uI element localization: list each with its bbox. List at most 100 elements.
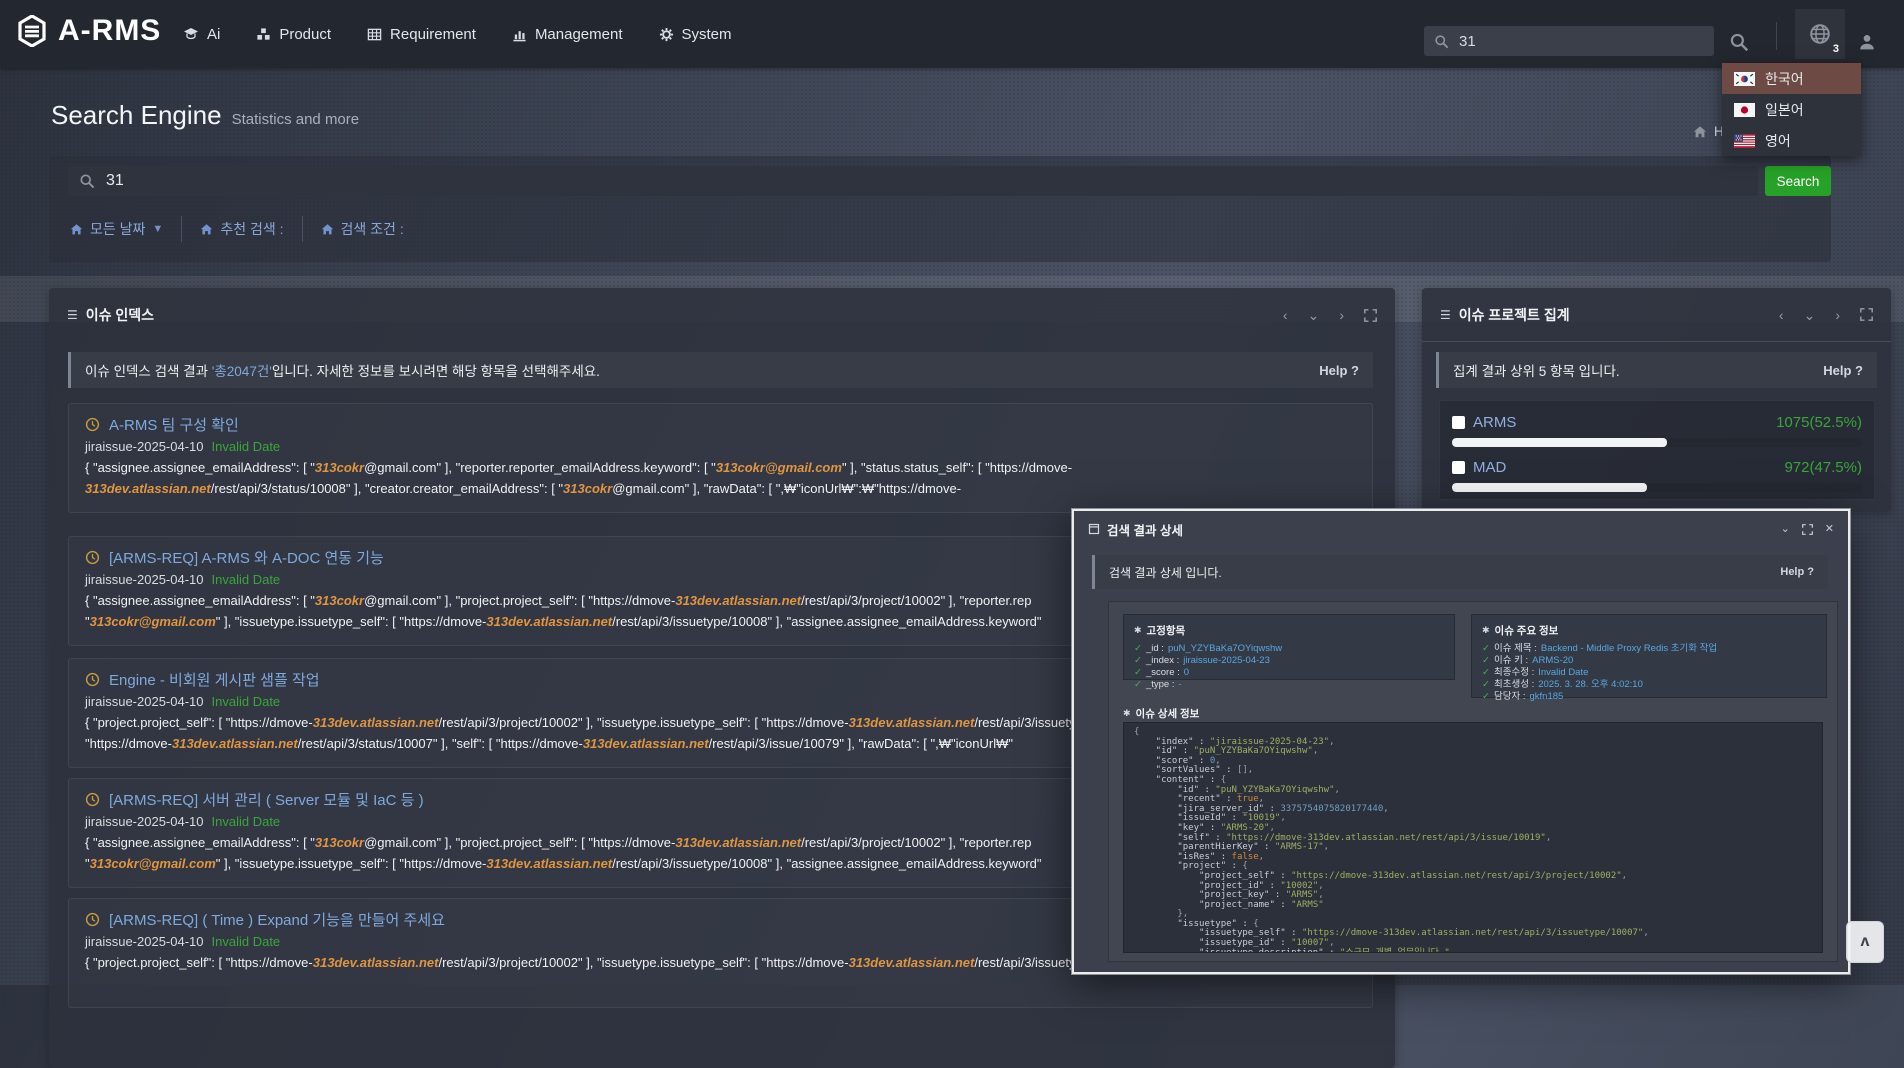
minimize-icon[interactable]: ⌄ — [1781, 524, 1790, 535]
sub-panel-title-text: 이슈 주요 정보 — [1495, 623, 1559, 638]
filter-search-condition[interactable]: 검색 조건 : — [303, 219, 422, 239]
check-icon: ✓ — [1134, 667, 1142, 679]
invalid-date-badge: Invalid Date — [212, 439, 281, 454]
notice-text: 이슈 인덱스 검색 결과 — [85, 364, 212, 379]
home-icon — [200, 223, 213, 236]
list-icon: ☰ — [67, 308, 78, 322]
filter-label: 추천 검색 : — [220, 219, 283, 239]
check-icon: ✓ — [1134, 679, 1142, 691]
filter-all-dates[interactable]: 모든 날짜 ▼ — [70, 219, 181, 239]
navbar-search-input[interactable] — [1457, 32, 1704, 51]
project-name-link[interactable]: MAD — [1473, 459, 1506, 476]
progress-fill — [1452, 438, 1667, 447]
result-index: jiraissue-2025-04-10 — [85, 694, 204, 709]
notice-text: 집계 결과 상위 5 항목 입니다. — [1453, 360, 1620, 380]
filter-recommended-search[interactable]: 추천 검색 : — [182, 219, 301, 239]
menu-item-ai[interactable]: Ai — [183, 26, 220, 43]
language-option-english[interactable]: 영어 — [1722, 125, 1861, 156]
help-button[interactable]: Help ? — [1823, 363, 1863, 378]
chevron-left-icon[interactable]: ‹ — [1779, 308, 1784, 322]
result-title-link[interactable]: [ARMS-REQ] ( Time ) Expand 기능을 만들어 주세요 — [109, 909, 445, 930]
field-row: ✓담당자gkfn185 — [1482, 691, 1816, 703]
user-menu-button[interactable] — [1849, 24, 1885, 60]
language-option-korean[interactable]: 한국어 — [1722, 63, 1861, 94]
chevron-down-icon[interactable]: ⌄ — [1308, 308, 1320, 322]
issue-key-info-panel: ✱ 이슈 주요 정보 ✓이슈 제목Backend - Middle Proxy … — [1471, 614, 1827, 698]
chevron-right-icon[interactable]: › — [1835, 308, 1840, 322]
korea-flag-icon — [1734, 72, 1755, 86]
panel-title-text: 이슈 프로젝트 집계 — [1459, 305, 1570, 325]
field-key: 이슈 제목 — [1494, 643, 1537, 655]
clock-icon — [85, 912, 100, 927]
search-filters: 모든 날짜 ▼ 추천 검색 : 검색 조건 : — [70, 214, 422, 244]
page-title: Search Engine — [51, 100, 222, 131]
filter-label: 모든 날짜 — [90, 219, 145, 239]
app-logo[interactable]: A-RMS — [16, 14, 161, 48]
close-icon[interactable]: ✕ — [1825, 524, 1834, 535]
checkbox[interactable] — [1452, 461, 1465, 474]
expand-icon[interactable] — [1364, 309, 1377, 322]
main-search-input[interactable] — [104, 171, 1747, 191]
field-key: 담당자 — [1494, 691, 1526, 703]
clock-icon — [85, 672, 100, 687]
modal-content: ✱ 고정항목 ✓_idpuN_YZYBaKa7OYiqwshw ✓_indexj… — [1108, 601, 1838, 962]
language-globe-button[interactable]: 3 — [1795, 9, 1845, 59]
maximize-icon[interactable] — [1802, 524, 1813, 535]
field-value: gkfn185 — [1529, 691, 1563, 703]
menu-item-system[interactable]: System — [659, 26, 732, 43]
search-icon — [1434, 34, 1449, 49]
fixed-fields-panel: ✱ 고정항목 ✓_idpuN_YZYBaKa7OYiqwshw ✓_indexj… — [1123, 614, 1455, 680]
top-navbar: A-RMS Ai Product Requirement Management … — [0, 0, 1904, 68]
expand-icon[interactable] — [1860, 308, 1873, 321]
table-icon — [367, 27, 382, 42]
chevron-down-icon[interactable]: ⌄ — [1804, 308, 1816, 322]
invalid-date-badge: Invalid Date — [212, 572, 281, 587]
invalid-date-badge: Invalid Date — [212, 814, 281, 829]
field-value: jiraissue-2025-04-23 — [1183, 655, 1270, 667]
window-icon — [1088, 523, 1100, 535]
result-title-link[interactable]: Engine - 비회원 게시판 샘플 작업 — [109, 669, 320, 690]
chevron-right-icon[interactable]: › — [1339, 308, 1344, 322]
field-key: _type — [1146, 679, 1175, 691]
graduation-cap-icon — [183, 26, 199, 42]
menu-item-product[interactable]: Product — [256, 26, 331, 43]
panel-controls: ‹ ⌄ › — [1779, 308, 1873, 322]
menu-label: Management — [535, 26, 623, 43]
us-flag-icon — [1734, 134, 1755, 148]
field-row: ✓최초생성2025. 3. 28. 오후 4:02:10 — [1482, 679, 1816, 691]
field-row: ✓이슈 키ARMS-20 — [1482, 655, 1816, 667]
result-title-link[interactable]: A-RMS 팀 구성 확인 — [109, 414, 239, 435]
field-value: Invalid Date — [1538, 667, 1588, 679]
brand-name: A-RMS — [58, 14, 161, 48]
check-icon: ✓ — [1134, 643, 1142, 655]
field-value: puN_YZYBaKa7OYiqwshw — [1168, 643, 1282, 655]
project-count: 1075(52.5%) — [1776, 414, 1862, 431]
result-title-link[interactable]: [ARMS-REQ] 서버 관리 ( Server 모듈 및 IaC 등 ) — [109, 789, 424, 810]
issue-index-notice: 이슈 인덱스 검색 결과 '총2047건'입니다. 자세한 정보를 보시려면 해… — [68, 352, 1373, 388]
help-button[interactable]: Help ? — [1319, 363, 1359, 378]
panel-title: ☰ 이슈 인덱스 — [67, 305, 154, 325]
search-submit-icon[interactable] — [1729, 32, 1749, 52]
language-option-japanese[interactable]: 일본어 — [1722, 94, 1861, 125]
total-count-link[interactable]: '총2047건' — [212, 364, 272, 379]
field-row: ✓_score0 — [1134, 667, 1444, 679]
arrow-up-icon: ʌ — [1861, 933, 1870, 951]
result-title-link[interactable]: [ARMS-REQ] A-RMS 와 A-DOC 연동 기능 — [109, 547, 384, 568]
chevron-left-icon[interactable]: ‹ — [1283, 308, 1288, 322]
menu-item-management[interactable]: Management — [512, 26, 623, 43]
result-index: jiraissue-2025-04-10 — [85, 814, 204, 829]
result-item-1[interactable]: A-RMS 팀 구성 확인 jiraissue-2025-04-10Invali… — [68, 403, 1373, 513]
menu-item-requirement[interactable]: Requirement — [367, 26, 476, 43]
bar-chart-icon — [512, 27, 527, 42]
menu-label: System — [682, 26, 732, 43]
project-agg-notice: 집계 결과 상위 5 항목 입니다. Help ? — [1436, 352, 1877, 388]
field-row: ✓_idpuN_YZYBaKa7OYiqwshw — [1134, 643, 1444, 655]
checkbox[interactable] — [1452, 416, 1465, 429]
result-json-line: { "assignee.assignee_emailAddress": [ "3… — [85, 457, 1356, 478]
modal-titlebar[interactable]: 검색 결과 상세 ⌄ ✕ — [1074, 511, 1848, 547]
project-name-link[interactable]: ARMS — [1473, 414, 1516, 431]
help-button[interactable]: Help ? — [1780, 566, 1814, 578]
field-row: ✓_type- — [1134, 679, 1444, 691]
scroll-to-top-button[interactable]: ʌ — [1846, 921, 1884, 963]
search-button[interactable]: Search — [1765, 166, 1831, 196]
